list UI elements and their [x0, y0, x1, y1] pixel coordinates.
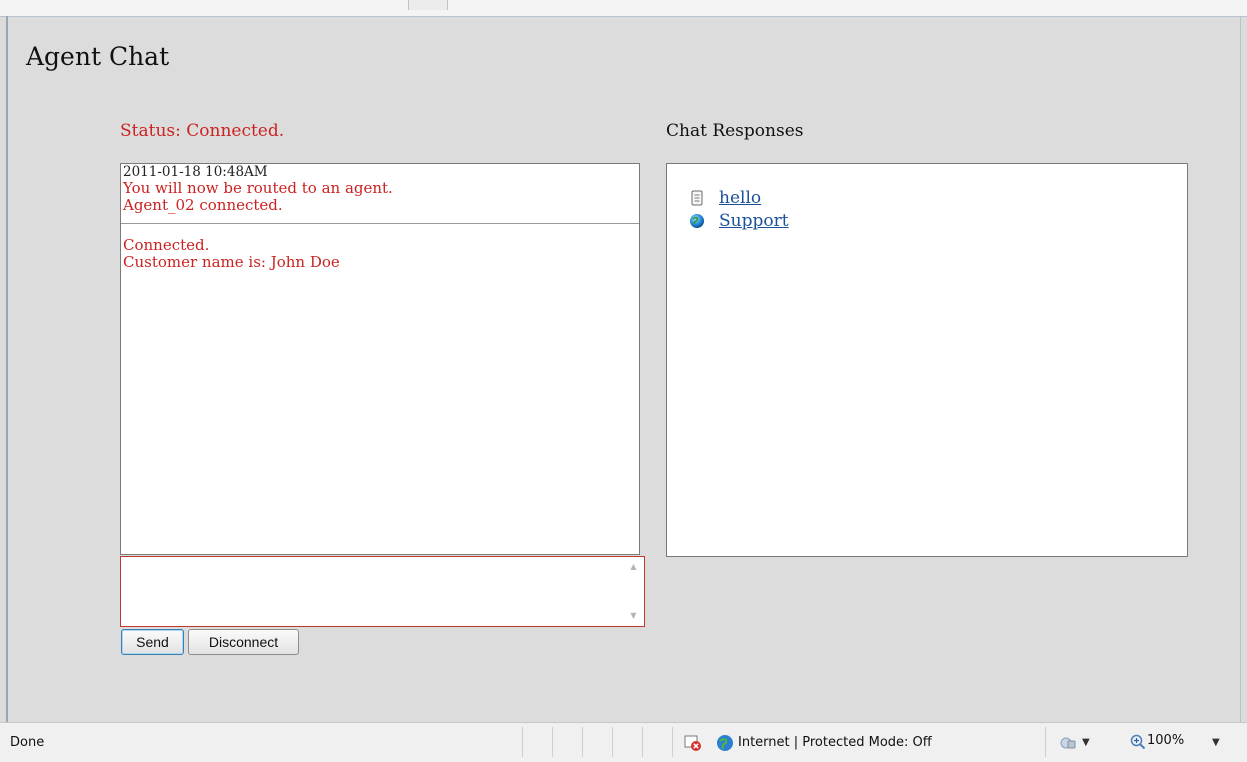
chat-log-entry: 2011-01-18 10:48AM You will now be route… — [121, 164, 639, 224]
document-icon — [689, 190, 705, 206]
message-line: You will now be routed to an agent. — [123, 179, 393, 197]
status-bar-separator — [612, 727, 613, 757]
internet-zone-globe-icon — [716, 734, 734, 756]
chat-log[interactable]: 2011-01-18 10:48AM You will now be route… — [120, 163, 640, 555]
protected-mode-lock-icon[interactable] — [1060, 734, 1076, 754]
browser-tab-stub[interactable] — [408, 0, 448, 10]
zoom-level[interactable]: 100% — [1147, 733, 1184, 748]
zoom-dropdown-icon[interactable]: ▼ — [1212, 737, 1220, 748]
chat-responses-panel: hello Support — [666, 163, 1188, 557]
status-bar-separator — [582, 727, 583, 757]
chevron-down-icon[interactable]: ▼ — [1082, 737, 1090, 748]
scroll-up-arrow-icon[interactable]: ▲ — [628, 562, 639, 571]
scroll-down-arrow-icon[interactable]: ▼ — [628, 611, 639, 620]
status-bar-separator — [552, 727, 553, 757]
response-link-hello[interactable]: hello — [719, 188, 761, 208]
browser-top-bar — [0, 0, 1247, 17]
message-line: Connected. — [123, 236, 210, 254]
zoom-icon[interactable] — [1130, 734, 1146, 754]
page-title: Agent Chat — [26, 42, 170, 71]
message-line: Customer name is: John Doe — [123, 253, 340, 271]
status-bar-separator — [522, 727, 523, 757]
disconnect-button[interactable]: Disconnect — [188, 629, 299, 655]
status-bar: Done Internet | Protected Mode: Off ▼ 10… — [0, 722, 1247, 762]
message-input-scrollbar[interactable]: ▲ ▼ — [625, 558, 642, 625]
blocked-popup-icon[interactable] — [684, 734, 702, 756]
status-bar-separator — [1045, 727, 1046, 757]
status-bar-text: Done — [10, 735, 45, 750]
message-line: Agent_02 connected. — [123, 196, 283, 214]
status-bar-separator — [642, 727, 643, 757]
message-input[interactable] — [120, 556, 645, 627]
connection-status: Status: Connected. — [120, 121, 285, 141]
status-bar-separator — [672, 727, 673, 757]
message-timestamp: 2011-01-18 10:48AM — [123, 164, 268, 180]
chat-log-entry: Connected. Customer name is: John Doe — [121, 224, 639, 272]
chat-responses-heading: Chat Responses — [666, 121, 804, 141]
response-link-support[interactable]: Support — [719, 211, 789, 231]
globe-icon — [689, 213, 705, 229]
window-left-edge — [6, 16, 8, 722]
security-zone-text[interactable]: Internet | Protected Mode: Off — [738, 735, 932, 750]
send-button[interactable]: Send — [121, 629, 184, 655]
window-right-edge — [1240, 16, 1241, 722]
